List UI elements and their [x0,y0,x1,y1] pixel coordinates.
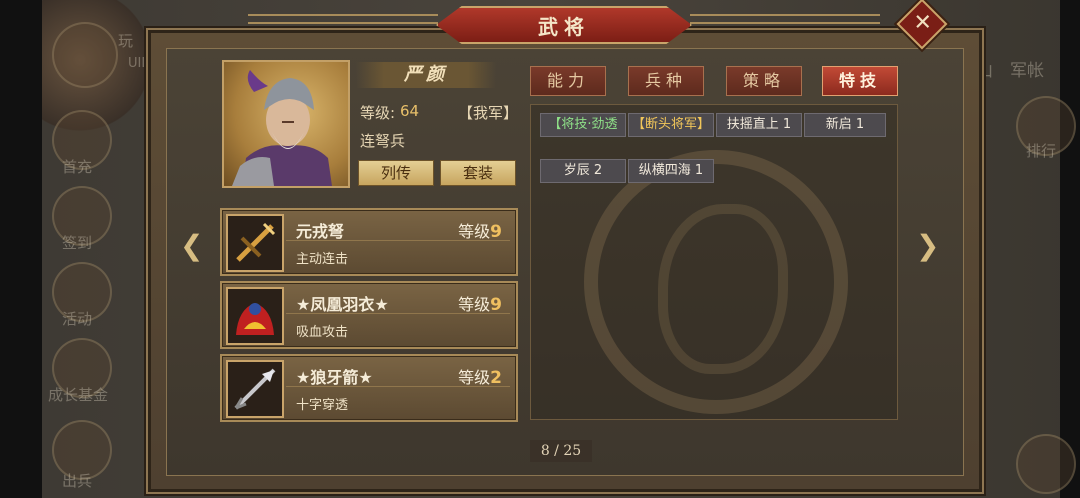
next-general-button[interactable]: ❯ [916,232,939,260]
faction-label: 【我军】 [458,104,519,122]
dragon-emblem-icon [584,150,848,414]
skill-name: ★狼牙箭★ [296,368,373,387]
row-divider [286,313,510,314]
trait-badge[interactable]: 【断头将军】 [628,113,714,137]
skill-row[interactable]: ★狼牙箭★ 等级2 十字穿透 [220,354,518,422]
biography-button[interactable]: 列传 [358,160,434,186]
trait-badge[interactable]: 新启 1 [804,113,886,137]
skill-desc: 十字穿透 [296,398,349,413]
row-divider [286,386,510,387]
bg-top-label: 玩 [118,32,134,50]
skill-level: 等级2 [458,368,502,388]
skill-row[interactable]: ★凤凰羽衣★ 等级9 吸血攻击 [220,281,518,349]
general-portrait [222,60,350,188]
tab-strategy[interactable]: 策略 [726,66,802,96]
bg-button-circle [1016,434,1076,494]
page-indicator: 8 / 25 [530,440,592,462]
level-value: 64 [400,102,420,120]
row-divider [286,240,510,241]
tab-special-skills[interactable]: 特技 [822,66,898,96]
title-ornament-left [248,14,438,24]
right-letterbox [1060,0,1080,498]
title-ornament-right [690,14,880,24]
trait-badge[interactable]: 纵横四海 1 [628,159,714,183]
close-icon: ✕ [913,10,932,36]
skill-level: 等级9 [458,295,502,315]
left-letterbox [0,0,42,498]
trait-badge[interactable]: 岁辰 2 [540,159,626,183]
bg-left-label: 首充 [62,158,93,176]
phoenix-armor-icon [226,287,284,345]
tab-troops[interactable]: 兵种 [628,66,704,96]
skill-name: 元戎弩 [296,222,345,241]
prev-general-button[interactable]: ❮ [180,232,203,260]
bg-right-label: 排行 [1026,142,1057,160]
warrior-portrait-icon [232,70,332,186]
bg-left-label: 成长基金 [48,386,109,404]
outfit-button[interactable]: 套装 [440,160,516,186]
troop-type: 连弩兵 [360,132,406,150]
trait-badge[interactable]: 扶摇直上 1 [716,113,802,137]
dialog-title: 武将 [436,6,692,44]
skill-desc: 主动连击 [296,252,349,267]
bg-avatar-circle [52,22,118,88]
bg-left-label: 活动 [62,310,93,328]
trait-badge[interactable]: 【将技·劲透 [540,113,626,137]
general-name: 严颜 [356,62,496,88]
crossbow-icon [226,214,284,272]
tab-ability[interactable]: 能力 [530,66,606,96]
skill-name: ★凤凰羽衣★ [296,295,389,314]
level-label: 等级: [360,104,396,122]
skill-desc: 吸血攻击 [296,325,349,340]
bg-right-label: 军帐 [1010,61,1044,81]
skill-row[interactable]: 元戎弩 等级9 主动连击 [220,208,518,276]
bg-left-label: 签到 [62,234,93,252]
bg-left-label: 出兵 [62,472,93,490]
arrow-icon [226,360,284,418]
skill-level: 等级9 [458,222,502,242]
